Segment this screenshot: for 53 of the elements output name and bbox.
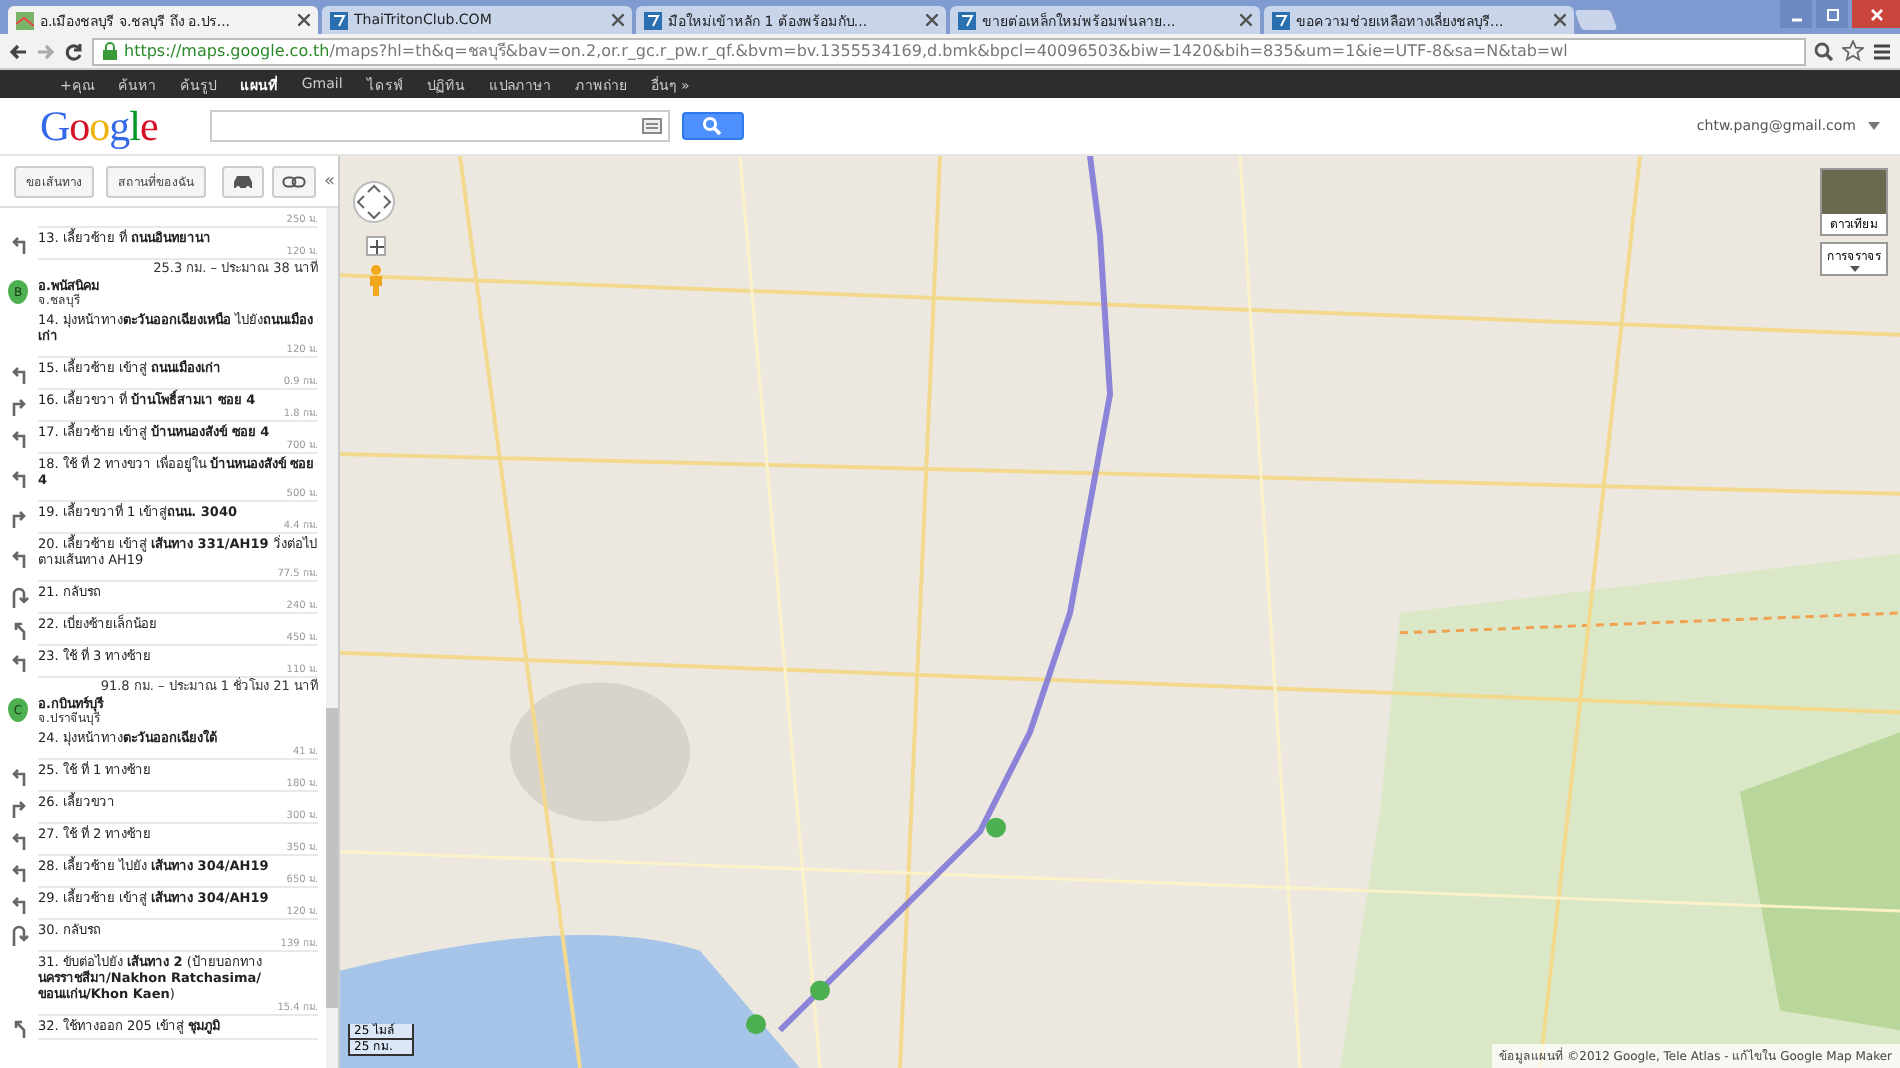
address-field[interactable]: https://maps.google.co.th/maps?hl=th&q=ชลบุรี&bav=on.2,or.r_gc.r_pw.r_qf.&bvm=bv.1355534169,d.bmk&bpcl=40096503&biw=1420&bih=835&um=1&ie=UTF-8&sa=N&tab=wl [92,37,1806,65]
map-icon [16,11,34,29]
u-turn-icon [8,586,30,610]
maximize-button[interactable] [1816,0,1848,28]
minimize-button[interactable] [1780,0,1812,28]
maximize-icon [1825,7,1839,21]
star-icon[interactable] [1842,40,1864,62]
car-button[interactable] [222,165,264,197]
close-icon [1869,7,1883,21]
caret-icon[interactable] [1868,122,1880,130]
lock-icon [102,42,118,60]
reload-icon[interactable] [64,41,84,61]
close-icon[interactable] [1554,14,1566,26]
turn-left-icon [8,466,30,490]
back-icon[interactable] [8,41,28,61]
turn-left-icon [8,232,30,256]
plus-icon [369,239,383,253]
page-icon [644,11,662,29]
car-icon [232,173,254,189]
turn-left-icon [8,546,30,570]
pan-control[interactable] [352,180,396,224]
page-icon [958,11,976,29]
menu-icon[interactable] [1872,41,1892,61]
search-icon[interactable] [1814,41,1834,61]
collapse-button[interactable]: « [324,171,336,191]
turn-right-icon [8,796,30,820]
turn-right-icon [8,506,30,530]
link-icon [282,175,306,187]
google-logo[interactable]: Google [40,101,158,151]
turn-left-icon [8,362,30,386]
close-icon[interactable] [926,14,938,26]
turn-left-icon [8,650,30,674]
close-icon[interactable] [612,14,624,26]
u-turn-icon [8,924,30,948]
turn-left-icon [8,764,30,788]
close-icon[interactable] [1240,14,1252,26]
search-button[interactable] [681,112,744,140]
link-button[interactable] [272,165,316,197]
turn-left-icon [8,828,30,852]
turn-left-icon [8,892,30,916]
keyboard-icon[interactable] [641,118,662,134]
turn-left-icon [8,426,30,450]
turn-left-icon [8,860,30,884]
zoom-in-button[interactable] [366,236,386,256]
search-icon [702,116,723,136]
search-field[interactable] [209,110,670,142]
scrollbar-thumb[interactable] [326,708,338,1008]
page-icon [1272,11,1290,29]
close-button[interactable] [1852,0,1900,28]
turn-right-icon [8,394,30,418]
caret-icon [1849,266,1859,272]
close-icon[interactable] [298,14,310,26]
page-icon [330,11,348,29]
